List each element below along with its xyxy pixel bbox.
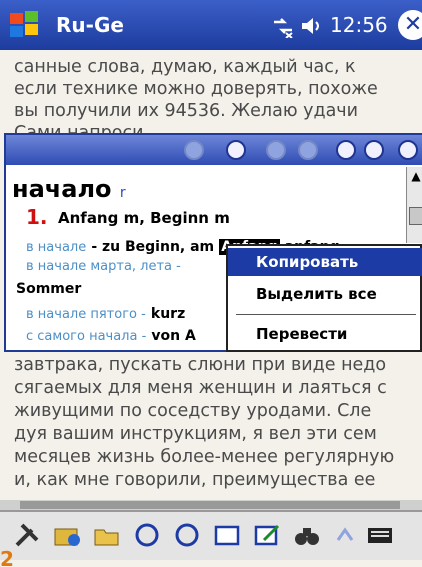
example-3-de: kurz — [150, 306, 186, 322]
circle-icon-2[interactable] — [172, 520, 202, 550]
target-icon[interactable] — [226, 140, 246, 160]
popup-close-icon[interactable] — [398, 140, 418, 160]
pda-screen: Ru-Ge 12:56 ✕ санные слова, думаю, кажды… — [0, 0, 422, 567]
example-1-ru: в начале — [26, 240, 87, 255]
popup-title-bar — [6, 135, 422, 165]
menu-item-translate[interactable]: Перевести — [228, 320, 422, 348]
menu-item-select-all-label: Выделить все — [256, 285, 377, 303]
menu-item-copy-label: Копировать — [256, 253, 359, 271]
example-3-ru: в начале пятого - — [26, 307, 146, 322]
example-3: в начале пятого - kurz — [26, 303, 185, 322]
binoculars-icon[interactable] — [292, 520, 322, 550]
volume-icon[interactable] — [300, 14, 324, 38]
title-bar: Ru-Ge 12:56 ✕ — [0, 0, 422, 50]
bg-text-line-10: и, как мне говорили, преимущества ее — [14, 470, 376, 490]
example-4-ru: с самого начала - — [26, 329, 147, 344]
windows-start-icon[interactable] — [8, 9, 42, 41]
second-word: Sommer — [16, 281, 82, 297]
history-icon[interactable] — [336, 140, 356, 160]
bg-text-line-9: месяцев жизнь более-менее регулярную — [14, 447, 395, 467]
headword-tag: r — [119, 185, 126, 201]
bg-text-line-2: если технике можно доверять, похоже — [14, 79, 378, 99]
dim-circle-icon-3 — [298, 140, 318, 160]
headword-text: начало — [12, 175, 112, 203]
sense-number: 1. — [26, 205, 48, 229]
hscroll-thumb[interactable] — [20, 501, 400, 509]
folder-icon[interactable] — [52, 520, 82, 550]
context-menu: Копировать Выделить все Перевести — [226, 244, 422, 352]
translations: Anfang m, Beginn m — [58, 209, 230, 227]
example-4-de: von A — [151, 328, 196, 344]
example-2-ru: в начале марта, лета - — [26, 259, 181, 274]
menu-separator — [236, 314, 416, 315]
bg-text-line-8: дуя вашим инструкциям, я вел эти сем — [14, 424, 377, 444]
keyboard-icon[interactable] — [366, 520, 396, 550]
bg-text-line-1: санные слова, думаю, каждый час, к — [14, 57, 356, 77]
up-icon[interactable] — [330, 520, 360, 550]
bottom-toolbar — [0, 510, 422, 560]
tools-icon[interactable] — [12, 520, 42, 550]
scroll-up-icon[interactable]: ▲ — [409, 169, 422, 183]
horizontal-scrollbar[interactable] — [0, 500, 422, 510]
example-4: с самого начала - von A — [26, 325, 196, 344]
headword: начало r — [12, 175, 126, 203]
popup-scrollbar[interactable]: ▲ — [406, 167, 422, 243]
back-icon[interactable] — [364, 140, 384, 160]
dim-circle-icon — [184, 140, 204, 160]
window-icon[interactable] — [212, 520, 242, 550]
clock[interactable]: 12:56 — [330, 13, 388, 37]
bg-text-line-6: сягаемых для меня женщин и лаяться с — [14, 378, 387, 398]
close-icon[interactable]: ✕ — [398, 10, 422, 40]
example-1-de: - zu Beginn, am — [91, 239, 215, 255]
connectivity-icon[interactable] — [270, 14, 296, 38]
page-marker: 2 — [0, 547, 14, 567]
menu-item-copy[interactable]: Копировать — [228, 248, 422, 276]
app-title: Ru-Ge — [56, 13, 124, 37]
bg-text-line-3: вы получили их 94536. Желаю удачи — [14, 101, 359, 121]
menu-item-select-all[interactable]: Выделить все — [228, 280, 422, 308]
scroll-thumb[interactable] — [409, 207, 422, 225]
bg-text-line-5: завтрака, пускать слюни при виде недо — [14, 355, 387, 375]
dim-circle-icon-2 — [266, 140, 286, 160]
open-icon[interactable] — [92, 520, 122, 550]
edit-icon[interactable] — [252, 520, 282, 550]
circle-icon[interactable] — [132, 520, 162, 550]
menu-item-translate-label: Перевести — [256, 325, 348, 343]
bg-text-line-7: живущими по соседству уродами. Сле — [14, 401, 372, 421]
